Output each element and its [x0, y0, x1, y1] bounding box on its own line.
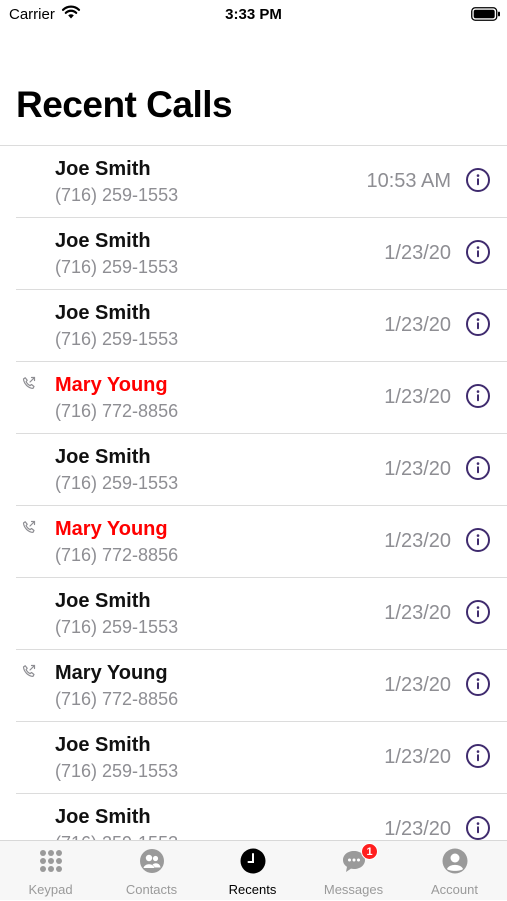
info-button[interactable] — [466, 240, 490, 264]
call-time: 1/23/20 — [384, 458, 451, 480]
caller-name: Mary Young — [55, 662, 168, 684]
keypad-icon — [40, 850, 62, 872]
call-row[interactable]: Mary Young (716) 772-8856 1/23/20 — [0, 506, 507, 578]
info-button[interactable] — [466, 312, 490, 336]
info-button[interactable] — [466, 384, 490, 408]
tab-recents[interactable]: Recents — [202, 841, 303, 901]
caller-name: Mary Young — [55, 374, 168, 396]
tab-keypad[interactable]: Keypad — [0, 841, 101, 901]
caller-number: (716) 772-8856 — [55, 689, 179, 709]
unread-badge: 1 — [361, 843, 378, 860]
info-button[interactable] — [466, 168, 490, 192]
call-time: 1/23/20 — [384, 818, 451, 840]
call-time: 1/23/20 — [384, 674, 451, 696]
outgoing-call-icon — [22, 520, 36, 533]
account-icon — [442, 848, 468, 874]
call-row[interactable]: Joe Smith (716) 259-1553 1/23/20 — [0, 218, 507, 290]
caller-name: Joe Smith — [55, 302, 151, 324]
caller-number: (716) 772-8856 — [55, 401, 179, 421]
call-row[interactable]: Joe Smith (716) 259-1553 1/23/20 — [0, 290, 507, 362]
caller-name: Joe Smith — [55, 806, 151, 828]
caller-number: (716) 259-1553 — [55, 761, 179, 781]
caller-number: (716) 259-1553 — [55, 257, 179, 277]
call-time: 10:53 AM — [366, 170, 451, 192]
clock-icon — [240, 848, 266, 874]
caller-number: (716) 259-1553 — [55, 185, 179, 205]
info-button[interactable] — [466, 456, 490, 480]
caller-name: Joe Smith — [55, 734, 151, 756]
info-icon — [476, 822, 480, 834]
info-button[interactable] — [466, 600, 490, 624]
info-icon — [476, 534, 480, 546]
recent-calls-list[interactable]: Joe Smith (716) 259-1553 10:53 AM Joe Sm… — [0, 146, 507, 840]
call-row[interactable]: Joe Smith (716) 259-1553 1/23/20 — [0, 794, 507, 840]
info-icon — [476, 318, 480, 330]
info-icon — [476, 246, 480, 258]
call-time: 1/23/20 — [384, 530, 451, 552]
tab-bar: Keypad Contacts Recents 1 Messages Account — [0, 840, 507, 900]
tab-label: Contacts — [125, 882, 178, 897]
status-time: 3:33 PM — [225, 6, 282, 23]
tab-contacts[interactable]: Contacts — [101, 841, 202, 901]
info-icon — [476, 750, 480, 762]
tab-label: Account — [431, 882, 478, 897]
status-bar: Carrier 3:33 PM — [0, 0, 507, 30]
battery-icon — [471, 7, 500, 21]
caller-name: Mary Young — [55, 518, 168, 540]
call-time: 1/23/20 — [384, 314, 451, 336]
caller-name: Joe Smith — [55, 590, 151, 612]
tab-messages[interactable]: 1 Messages — [303, 841, 404, 901]
call-time: 1/23/20 — [384, 746, 451, 768]
info-icon — [476, 606, 480, 618]
info-button[interactable] — [466, 744, 490, 768]
call-row[interactable]: Mary Young (716) 772-8856 1/23/20 — [0, 362, 507, 434]
caller-number: (716) 259-1553 — [55, 473, 179, 493]
call-row[interactable]: Mary Young (716) 772-8856 1/23/20 — [0, 650, 507, 722]
page-title: Recent Calls — [16, 84, 233, 125]
info-button[interactable] — [466, 528, 490, 552]
caller-number: (716) 772-8856 — [55, 545, 179, 565]
tab-label: Recents — [228, 882, 277, 897]
caller-number: (716) 259-1553 — [55, 833, 178, 840]
call-time: 1/23/20 — [384, 602, 451, 624]
call-time: 1/23/20 — [384, 242, 451, 264]
caller-name: Joe Smith — [55, 158, 151, 180]
tab-account[interactable]: Account — [404, 841, 505, 901]
info-icon — [476, 390, 480, 402]
call-time: 1/23/20 — [384, 386, 451, 408]
info-icon — [476, 174, 480, 186]
caller-number: (716) 259-1553 — [55, 617, 179, 637]
tab-label: Keypad — [28, 882, 73, 897]
info-button[interactable] — [466, 816, 490, 840]
info-icon — [476, 462, 480, 474]
caller-number: (716) 259-1553 — [55, 329, 179, 349]
outgoing-call-icon — [22, 664, 36, 677]
contacts-icon — [140, 849, 164, 873]
caller-name: Joe Smith — [55, 230, 151, 252]
tab-label: Messages — [323, 882, 384, 897]
call-row[interactable]: Joe Smith (716) 259-1553 1/23/20 — [0, 578, 507, 650]
call-row[interactable]: Joe Smith (716) 259-1553 1/23/20 — [0, 434, 507, 506]
info-button[interactable] — [466, 672, 490, 696]
caller-name: Joe Smith — [55, 446, 151, 468]
call-row[interactable]: Joe Smith (716) 259-1553 10:53 AM — [0, 146, 507, 218]
info-icon — [476, 678, 480, 690]
call-row[interactable]: Joe Smith (716) 259-1553 1/23/20 — [0, 722, 507, 794]
outgoing-call-icon — [22, 376, 36, 389]
